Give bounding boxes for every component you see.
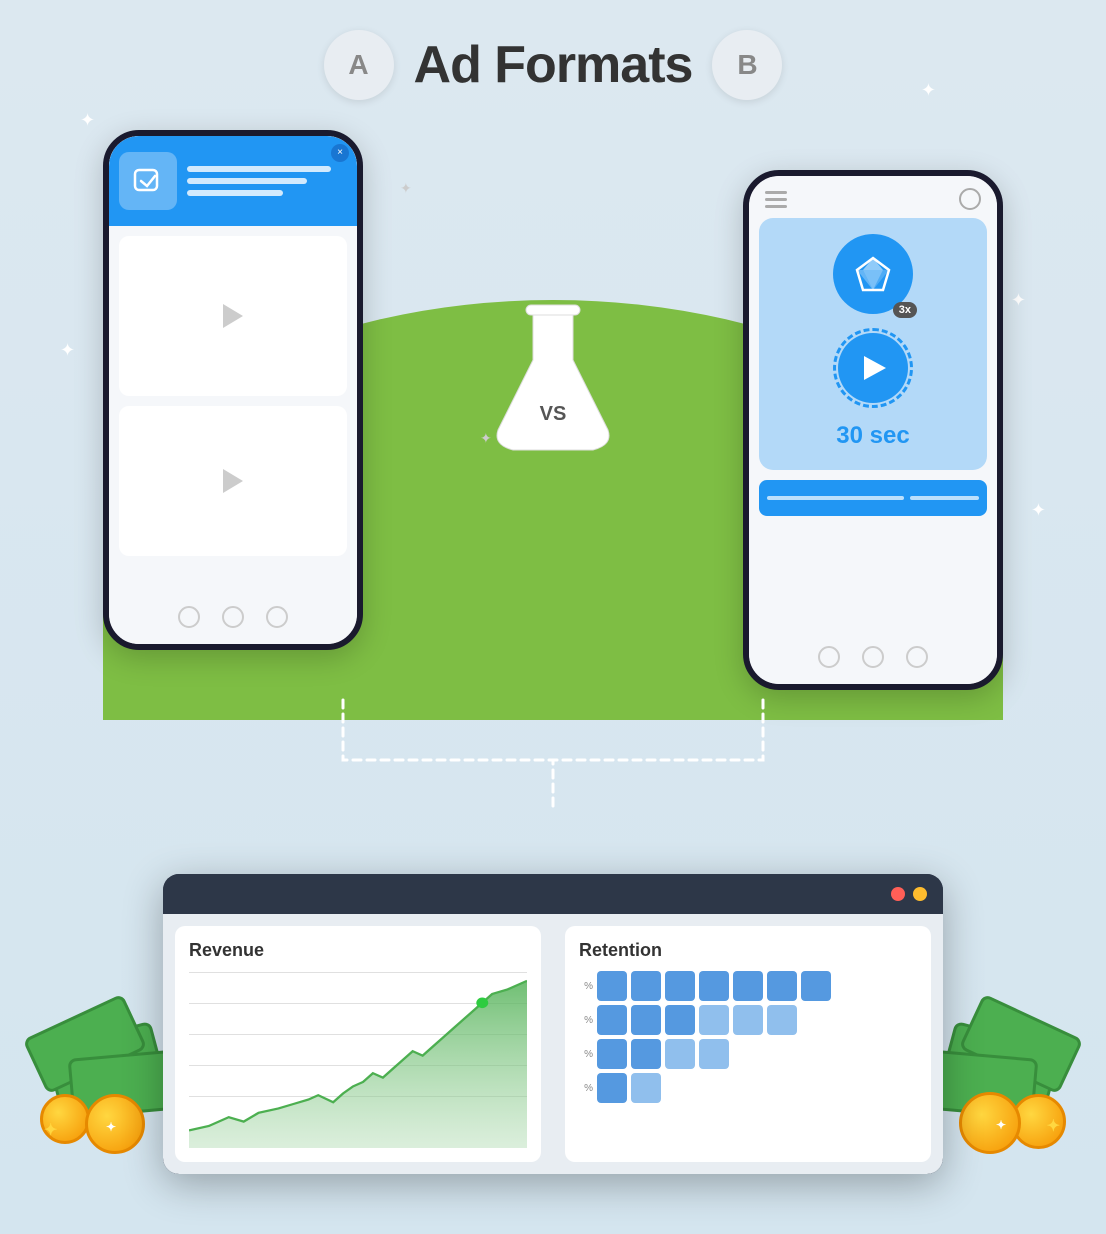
revenue-chart-svg: [189, 972, 527, 1148]
circle-button: [959, 188, 981, 210]
badge-a: A: [324, 30, 394, 100]
phone-b-nav: [749, 646, 997, 668]
nav-dot-5: [862, 646, 884, 668]
ad-icon: [119, 152, 177, 210]
dashboard-body: Revenue: [163, 914, 943, 1174]
retention-title: Retention: [579, 940, 917, 961]
phone-a-screen: ×: [109, 136, 357, 644]
hamburger-icon: [765, 191, 787, 208]
close-button[interactable]: ×: [331, 144, 349, 162]
diamond-circle: 3x: [833, 234, 913, 314]
nav-dot-6: [906, 646, 928, 668]
timer-label: 30 sec: [836, 422, 909, 450]
phone-a: ×: [103, 130, 363, 650]
nav-dot-1: [178, 606, 200, 628]
reward-area: 3x 30 sec: [759, 218, 987, 470]
dashboard: Revenue: [163, 874, 943, 1174]
nav-dot-4: [818, 646, 840, 668]
content-block-2: [119, 406, 347, 556]
vs-flask-area: VS: [488, 300, 618, 460]
bottom-bar: [759, 480, 987, 516]
play-icon-2: [223, 469, 243, 493]
nav-dot-2: [222, 606, 244, 628]
dashboard-header: [163, 874, 943, 914]
traffic-dot-yellow: [913, 887, 927, 901]
reward-multiplier-badge: 3x: [893, 302, 917, 318]
badge-b: B: [712, 30, 782, 100]
revenue-chart-panel: Revenue: [175, 926, 541, 1162]
revenue-title: Revenue: [189, 940, 527, 961]
phone-a-nav: [109, 606, 357, 628]
ad-lines: [187, 166, 347, 196]
phone-b-screen: 3x 30 sec: [749, 176, 997, 684]
nav-dot-3: [266, 606, 288, 628]
traffic-dot-red: [891, 887, 905, 901]
flask-icon: VS: [488, 300, 618, 460]
page-title: Ad Formats: [414, 35, 693, 95]
svg-text:VS: VS: [540, 403, 567, 425]
play-icon-1: [223, 304, 243, 328]
phone-b: 3x 30 sec: [743, 170, 1003, 690]
connector-lines: [243, 690, 863, 830]
content-block-1: [119, 236, 347, 396]
ad-banner: ×: [109, 136, 357, 226]
coin-4: [959, 1092, 1021, 1154]
header: A Ad Formats B: [0, 30, 1106, 100]
play-circle: [833, 328, 913, 408]
retention-chart-panel: Retention % %: [565, 926, 931, 1162]
retention-grid: % %: [579, 971, 917, 1103]
phone-b-header: [749, 176, 997, 218]
